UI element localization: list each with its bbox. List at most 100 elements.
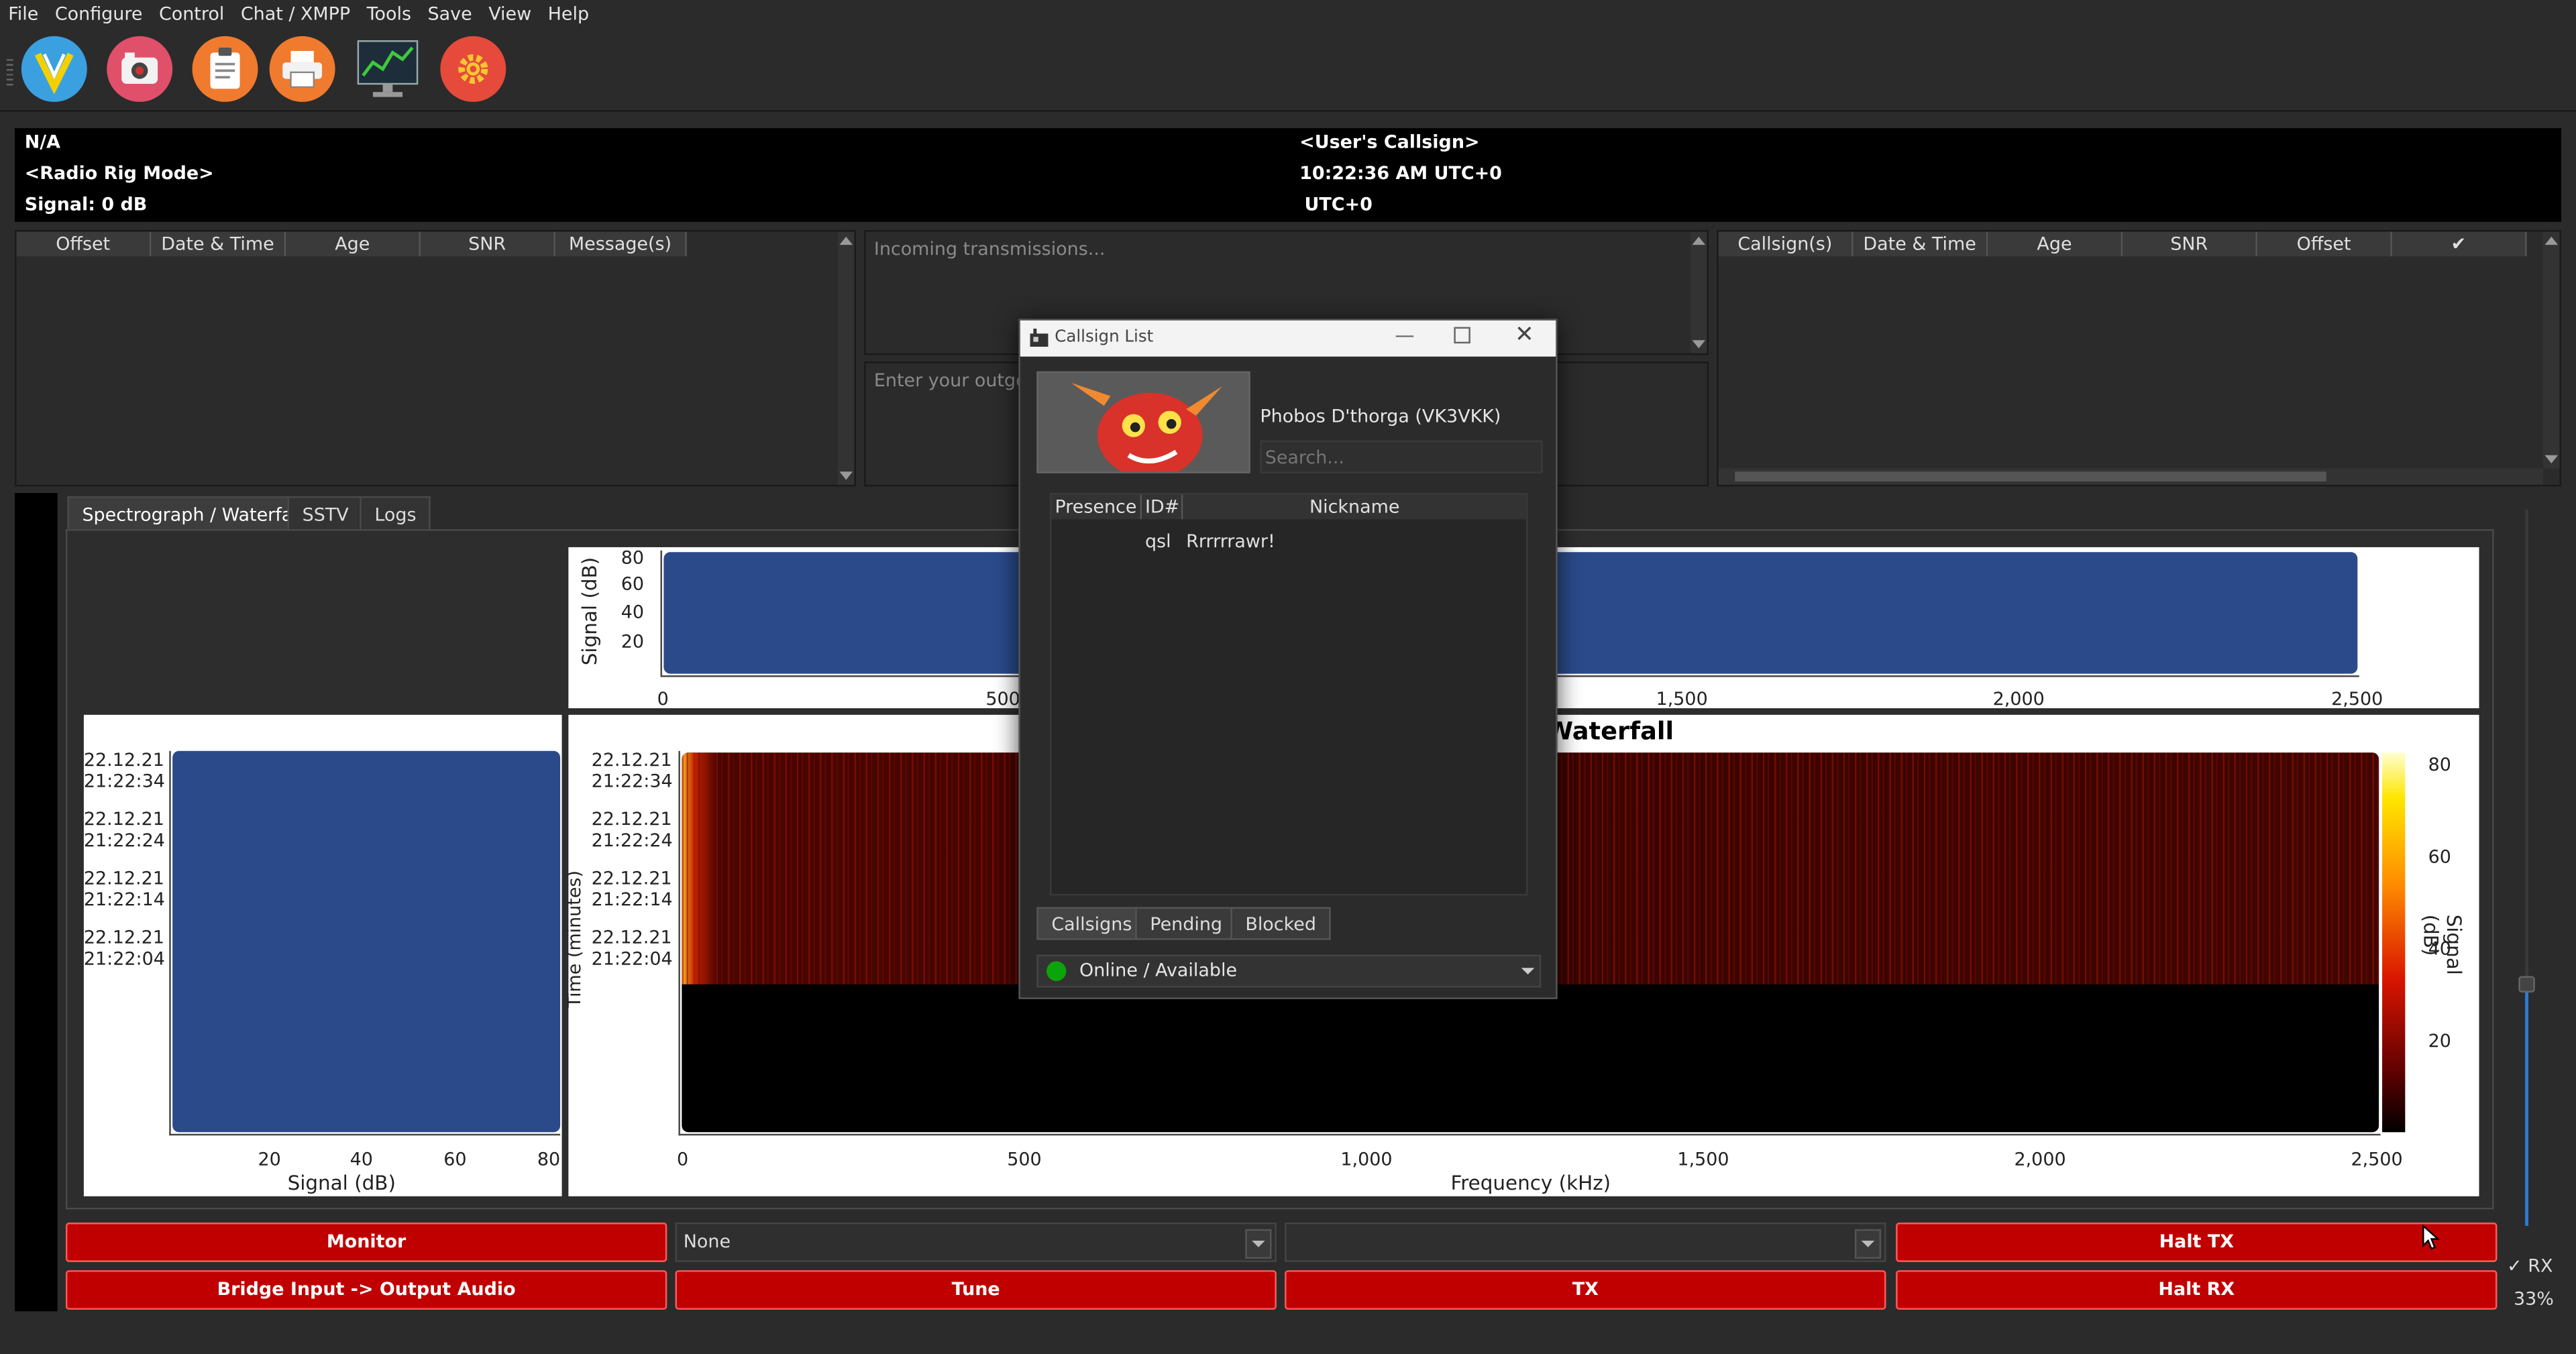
col-check[interactable]: ✔ xyxy=(2392,231,2527,257)
scroll-up-arrow[interactable] xyxy=(2544,236,2559,245)
tab-pending[interactable]: Pending xyxy=(1135,907,1238,940)
ytick: 60 xyxy=(621,573,645,596)
bridge-audio-button[interactable]: Bridge Input -> Output Audio xyxy=(65,1270,667,1310)
col-age[interactable]: Age xyxy=(286,231,421,257)
tab-logs[interactable]: Logs xyxy=(360,496,431,531)
xtick: 40 xyxy=(350,1148,373,1170)
tab-spectrograph[interactable]: Spectrograph / Waterfall xyxy=(67,496,318,531)
chevron-down-icon[interactable] xyxy=(1854,1229,1882,1259)
col-age[interactable]: Age xyxy=(1988,231,2123,257)
ytick: 40 xyxy=(621,601,645,623)
signal-histogram-plot: 22.12.21 21:22:34 22.12.21 21:22:24 22.12.… xyxy=(83,714,562,1196)
clock: 10:22:36 AM UTC+0 xyxy=(1299,162,1502,184)
presence-status-select[interactable]: Online / Available xyxy=(1036,954,1542,988)
table-row[interactable]: qsl Rrrrrrawr! xyxy=(1051,528,1526,557)
volume-slider-handle[interactable] xyxy=(2518,976,2535,993)
volume-percent: 33% xyxy=(2513,1288,2554,1310)
xtick: 80 xyxy=(537,1148,561,1170)
ytick: 22.12.21 21:22:14 xyxy=(83,867,165,911)
clipboard-icon[interactable] xyxy=(192,36,258,102)
scroll-down-arrow[interactable] xyxy=(1692,340,1706,349)
xtick: 1,500 xyxy=(1677,1148,1729,1170)
menu-tools[interactable]: Tools xyxy=(358,0,419,28)
scroll-down-arrow[interactable] xyxy=(839,471,853,480)
hscroll-thumb[interactable] xyxy=(1735,471,2326,482)
x-axis xyxy=(678,1133,2381,1136)
y-axis xyxy=(169,750,171,1136)
rx-checkbox[interactable]: ✓ RX xyxy=(2507,1255,2553,1277)
roster-table[interactable]: Presence ID# Nickname qsl Rrrrrrawr! xyxy=(1049,493,1528,896)
maximize-icon[interactable] xyxy=(1454,327,1470,344)
tab-blocked[interactable]: Blocked xyxy=(1230,907,1331,940)
col-presence[interactable]: Presence xyxy=(1051,494,1142,520)
col-snr[interactable]: SNR xyxy=(2123,231,2257,257)
secondary-select[interactable] xyxy=(1285,1223,1886,1262)
logo-icon[interactable] xyxy=(21,36,87,102)
menu-control[interactable]: Control xyxy=(151,0,233,28)
printer-icon[interactable] xyxy=(269,36,335,102)
menu-save[interactable]: Save xyxy=(419,0,480,28)
col-date-time[interactable]: Date & Time xyxy=(1853,231,1988,257)
tab-sstv[interactable]: SSTV xyxy=(287,496,364,531)
scroll-up-arrow[interactable] xyxy=(839,236,853,245)
chart-icon[interactable] xyxy=(356,40,419,99)
tune-button[interactable]: Tune xyxy=(675,1270,1277,1310)
xtick: 0 xyxy=(676,1148,689,1170)
chevron-down-icon[interactable] xyxy=(1245,1229,1272,1259)
col-messages[interactable]: Message(s) xyxy=(555,231,687,257)
tx-button[interactable]: TX xyxy=(1285,1270,1886,1310)
timezone: UTC+0 xyxy=(1304,194,1373,215)
scroll-up-arrow[interactable] xyxy=(1692,236,1706,245)
dialog-user-name: Phobos D'thorga (VK3VKK) xyxy=(1260,406,1501,428)
audio-device-select[interactable]: None xyxy=(675,1223,1277,1262)
camera-icon[interactable] xyxy=(107,36,173,102)
volume-slider-fill xyxy=(2525,986,2529,1226)
menu-file[interactable]: File xyxy=(0,0,47,28)
messages-scrollbar[interactable] xyxy=(837,231,855,485)
audio-device-value: None xyxy=(683,1231,731,1253)
menu-view[interactable]: View xyxy=(480,0,539,28)
col-id[interactable]: ID# xyxy=(1142,494,1183,520)
col-callsigns[interactable]: Callsign(s) xyxy=(1719,231,1854,257)
incoming-hint: Incoming transmissions... xyxy=(873,238,1106,260)
gear-icon[interactable] xyxy=(440,36,506,102)
col-snr[interactable]: SNR xyxy=(421,231,555,257)
col-offset[interactable]: Offset xyxy=(16,231,152,257)
mouse-cursor-icon xyxy=(2422,1224,2441,1255)
cbar-tick: 60 xyxy=(2428,846,2451,868)
xtick: 2,500 xyxy=(2351,1148,2403,1170)
col-date-time[interactable]: Date & Time xyxy=(151,231,286,257)
callsign-activity-table[interactable]: Callsign(s) Date & Time Age SNR Offset ✔ xyxy=(1717,230,2561,487)
halt-tx-button[interactable]: Halt TX xyxy=(1896,1223,2498,1262)
row-id: qsl xyxy=(1144,530,1171,553)
colorbar xyxy=(2382,752,2406,1133)
ytick: 22.12.21 21:22:24 xyxy=(591,808,673,852)
dialog-titlebar[interactable]: Callsign List — ✕ xyxy=(1020,320,1556,357)
col-nickname[interactable]: Nickname xyxy=(1183,495,1526,520)
callsign-hscrollbar[interactable] xyxy=(1718,468,2544,485)
halt-rx-button[interactable]: Halt RX xyxy=(1896,1270,2498,1310)
incoming-scrollbar[interactable] xyxy=(1690,231,1707,353)
tab-callsigns[interactable]: Callsigns xyxy=(1036,907,1147,940)
spectrum-ylabel: Signal (dB) xyxy=(578,557,602,666)
chevron-down-icon[interactable] xyxy=(1521,968,1535,975)
histogram-xlabel: Signal (dB) xyxy=(287,1172,396,1195)
callsign-search-input[interactable] xyxy=(1260,440,1543,473)
ytick: 22.12.21 21:22:34 xyxy=(591,749,673,793)
toolbar-grip[interactable] xyxy=(6,59,13,86)
menu-configure[interactable]: Configure xyxy=(47,0,151,28)
close-icon[interactable]: ✕ xyxy=(1515,322,1534,348)
minimize-icon[interactable]: — xyxy=(1395,324,1414,347)
scroll-down-arrow[interactable] xyxy=(2544,455,2559,463)
menu-chat-xmpp[interactable]: Chat / XMPP xyxy=(233,0,359,28)
dialog-app-icon xyxy=(1028,329,1050,353)
menu-help[interactable]: Help xyxy=(539,0,597,28)
menu-bar: File Configure Control Chat / XMPP Tools… xyxy=(0,0,2576,28)
messages-table[interactable]: Offset Date & Time Age SNR Message(s) xyxy=(15,230,856,487)
waterfall-title: Waterfall xyxy=(1546,716,1674,746)
xtick: 1,500 xyxy=(1656,688,1708,710)
monitor-button[interactable]: Monitor xyxy=(65,1223,667,1262)
callsign-vscrollbar[interactable] xyxy=(2543,231,2560,469)
online-status-icon xyxy=(1046,961,1067,981)
col-offset[interactable]: Offset xyxy=(2257,231,2392,257)
